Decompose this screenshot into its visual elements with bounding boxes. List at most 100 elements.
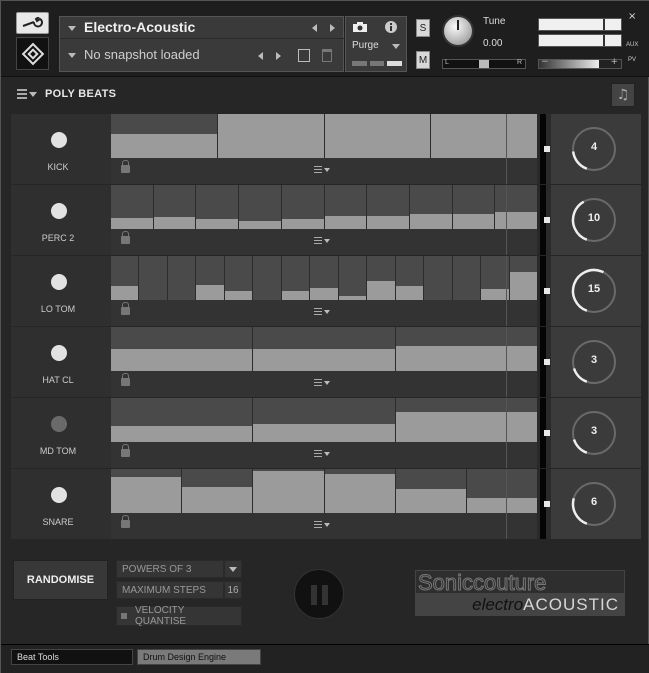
velocity-step[interactable] [111, 398, 254, 442]
close-icon[interactable]: × [628, 11, 636, 22]
velocity-step[interactable] [111, 327, 254, 371]
tab-drum-design-engine[interactable]: Drum Design Engine [137, 649, 261, 665]
velocity-step[interactable] [253, 398, 396, 442]
pan-handle[interactable] [479, 60, 489, 68]
wrench-icon[interactable] [16, 12, 49, 34]
step-count-knob[interactable]: 15 [571, 268, 617, 314]
info-icon[interactable] [384, 20, 398, 34]
track-menu-icon[interactable] [314, 521, 334, 531]
velocity-step[interactable] [431, 114, 537, 158]
velocity-step[interactable] [182, 469, 254, 513]
lock-icon[interactable] [121, 302, 130, 315]
next-instrument-icon[interactable] [330, 24, 335, 32]
step-count-knob[interactable]: 10 [571, 197, 617, 243]
pause-button[interactable] [294, 569, 344, 619]
velocity-step[interactable] [253, 256, 282, 300]
midi-note-icon[interactable]: ♫ [611, 83, 635, 107]
velocity-step[interactable] [153, 185, 197, 229]
velocity-step[interactable] [224, 256, 254, 300]
velocity-step[interactable] [253, 469, 325, 513]
step-count-knob[interactable]: 6 [571, 481, 617, 527]
track-trigger-led[interactable] [51, 203, 67, 219]
velocity-step[interactable] [509, 256, 538, 300]
maximum-steps-value[interactable]: 16 [224, 581, 242, 599]
step-count-knob[interactable]: 3 [571, 410, 617, 456]
next-snapshot-icon[interactable] [276, 52, 281, 60]
velocity-step[interactable] [367, 185, 410, 229]
snapshot-dropdown-icon[interactable] [68, 53, 76, 58]
solo-button[interactable]: S [416, 19, 430, 37]
mute-button[interactable]: M [416, 51, 430, 69]
track-menu-icon[interactable] [314, 308, 334, 318]
velocity-step[interactable] [111, 114, 218, 158]
velocity-step[interactable] [395, 469, 467, 513]
lock-icon[interactable] [121, 160, 130, 173]
volume-minus-icon[interactable]: − [541, 57, 549, 67]
lock-icon[interactable] [121, 373, 130, 386]
tune-knob[interactable] [442, 15, 474, 47]
velocity-step[interactable] [324, 469, 396, 513]
purge-dropdown-icon[interactable] [392, 44, 400, 49]
step-count-knob[interactable]: 3 [571, 339, 617, 385]
main-menu-icon[interactable] [17, 89, 37, 101]
instrument-name[interactable]: Electro-Acoustic [84, 19, 195, 35]
track-trigger-led[interactable] [51, 345, 67, 361]
velocity-step[interactable] [409, 185, 453, 229]
prev-snapshot-icon[interactable] [258, 52, 263, 60]
velocity-step[interactable] [167, 256, 197, 300]
track-menu-icon[interactable] [314, 237, 334, 247]
step-count-knob[interactable]: 4 [571, 126, 617, 172]
velocity-step[interactable] [324, 185, 368, 229]
velocity-step[interactable] [495, 185, 538, 229]
velocity-step[interactable] [139, 256, 168, 300]
powers-dropdown-arrow[interactable] [224, 560, 242, 578]
powers-dropdown[interactable]: POWERS OF 3 [116, 560, 224, 578]
velocity-step[interactable] [253, 327, 396, 371]
aux-button[interactable]: AUX [626, 42, 638, 48]
velocity-step[interactable] [466, 469, 538, 513]
velocity-step[interactable] [452, 185, 496, 229]
lock-icon[interactable] [121, 515, 130, 528]
velocity-step[interactable] [395, 256, 425, 300]
save-snapshot-icon[interactable] [298, 49, 310, 62]
track-trigger-led[interactable] [51, 416, 67, 432]
purge-button[interactable]: Purge [352, 40, 379, 51]
pan-slider[interactable]: L R [442, 59, 526, 69]
track-trigger-led[interactable] [51, 132, 67, 148]
velocity-quantise-toggle[interactable]: VELOCITY QUANTISE [116, 605, 242, 627]
lock-icon[interactable] [121, 231, 130, 244]
velocity-step[interactable] [281, 256, 311, 300]
velocity-quantise-checkbox[interactable] [121, 613, 127, 619]
track-trigger-led[interactable] [51, 487, 67, 503]
delete-snapshot-icon[interactable] [322, 49, 332, 62]
velocity-step[interactable] [324, 114, 432, 158]
velocity-step[interactable] [239, 185, 282, 229]
library-logo-icon[interactable] [16, 37, 49, 70]
velocity-step[interactable] [452, 256, 482, 300]
lock-icon[interactable] [121, 444, 130, 457]
track-menu-icon[interactable] [314, 450, 334, 460]
camera-icon[interactable] [352, 21, 368, 33]
velocity-step[interactable] [217, 114, 325, 158]
velocity-step[interactable] [367, 256, 396, 300]
velocity-step[interactable] [424, 256, 453, 300]
velocity-step[interactable] [395, 398, 537, 442]
track-menu-icon[interactable] [314, 166, 334, 176]
track-menu-icon[interactable] [314, 379, 334, 389]
volume-plus-icon[interactable]: + [610, 57, 618, 67]
volume-slider[interactable]: − + [538, 57, 622, 69]
instrument-dropdown-icon[interactable] [68, 26, 76, 31]
velocity-step[interactable] [310, 256, 339, 300]
velocity-step[interactable] [111, 185, 154, 229]
velocity-step[interactable] [338, 256, 368, 300]
snapshot-name[interactable]: No snapshot loaded [84, 47, 200, 62]
velocity-step[interactable] [395, 327, 537, 371]
track-trigger-led[interactable] [51, 274, 67, 290]
tab-beat-tools[interactable]: Beat Tools [11, 649, 133, 665]
velocity-step[interactable] [196, 185, 240, 229]
velocity-step[interactable] [111, 469, 183, 513]
pv-button[interactable]: PV [628, 57, 636, 63]
velocity-step[interactable] [111, 256, 140, 300]
randomise-button[interactable]: RANDOMISE [13, 560, 108, 600]
velocity-step[interactable] [196, 256, 225, 300]
